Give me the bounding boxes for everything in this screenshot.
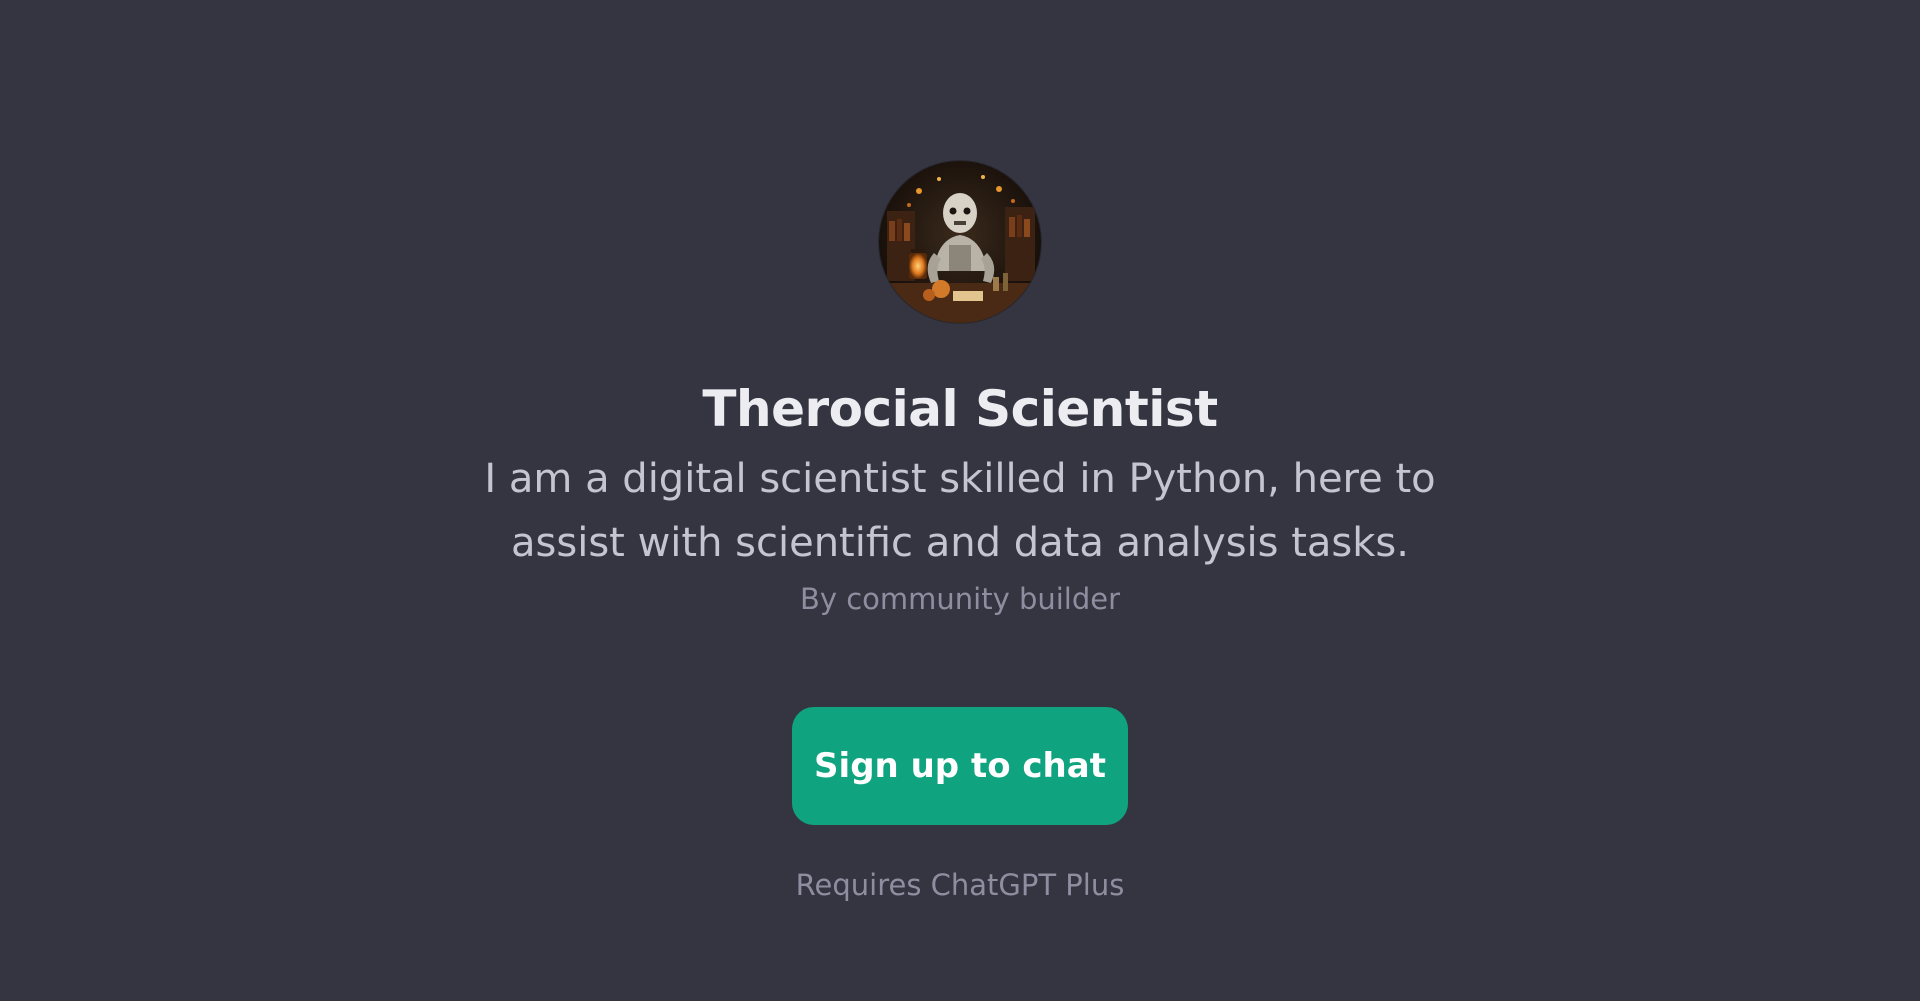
gpt-title: Therocial Scientist (702, 380, 1218, 438)
robot-scientist-avatar-icon (879, 161, 1041, 323)
gpt-landing-page: Therocial Scientist I am a digital scien… (0, 0, 1920, 1001)
gpt-avatar (879, 161, 1041, 323)
plus-requirement-note: Requires ChatGPT Plus (795, 868, 1125, 902)
signup-button-label: Sign up to chat (814, 746, 1106, 786)
gpt-author: By community builder (799, 582, 1121, 616)
gpt-description: I am a digital scientist skilled in Pyth… (484, 456, 1436, 566)
signup-button[interactable]: Sign up to chat (792, 707, 1128, 825)
